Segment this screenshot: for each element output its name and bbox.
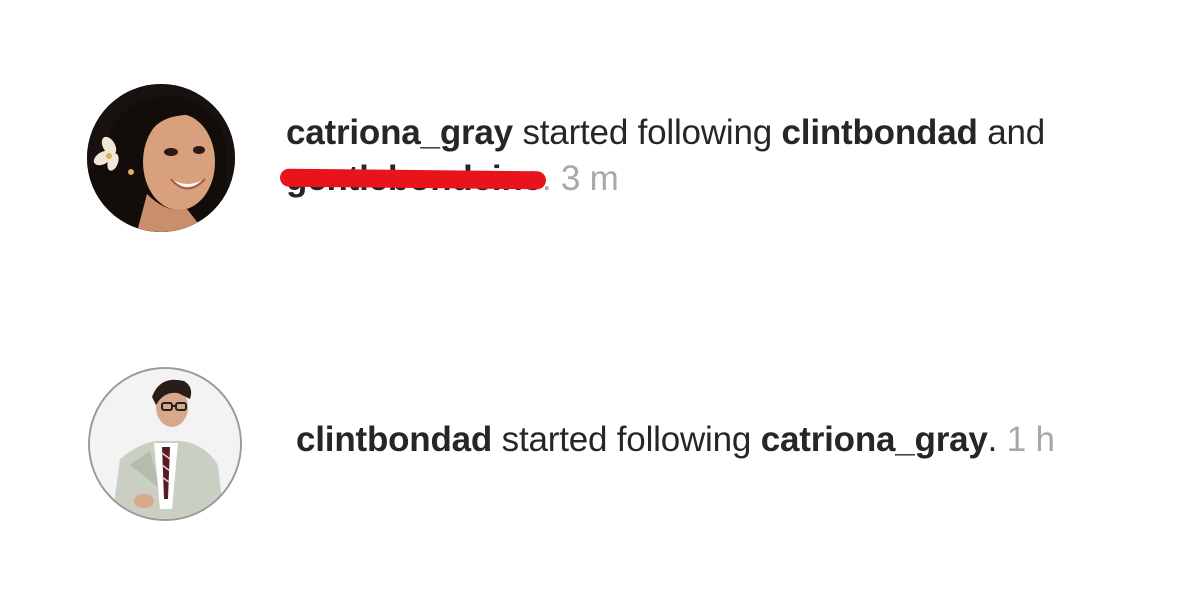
timestamp: 1 h [1006, 420, 1055, 459]
target-username[interactable]: catriona_gray [761, 420, 988, 459]
activity-item[interactable]: catriona_gray started following clintbon… [0, 84, 1200, 234]
actor-username[interactable]: catriona_gray [286, 113, 513, 152]
second-target-username[interactable]: gentlebondeine [279, 156, 546, 202]
activity-feed: catriona_gray started following clintbon… [0, 0, 1200, 611]
target-username[interactable]: clintbondad [782, 113, 978, 152]
activity-text: catriona_gray started following clintbon… [279, 110, 1106, 202]
avatar[interactable] [87, 84, 235, 232]
activity-item[interactable]: clintbondad started following catriona_g… [0, 365, 1200, 525]
action-text: started following [522, 113, 772, 152]
timestamp: 3 m [560, 159, 619, 198]
joiner-text: and [987, 113, 1045, 152]
redaction-mark [279, 168, 546, 190]
action-text: started following [501, 420, 752, 459]
activity-text: clintbondad started following catriona_g… [296, 417, 1176, 463]
period: . [987, 420, 998, 459]
woman-profile-photo-icon [87, 84, 235, 232]
man-in-suit-profile-photo-icon [90, 369, 240, 519]
actor-username[interactable]: clintbondad [296, 420, 492, 459]
avatar[interactable] [88, 367, 242, 521]
